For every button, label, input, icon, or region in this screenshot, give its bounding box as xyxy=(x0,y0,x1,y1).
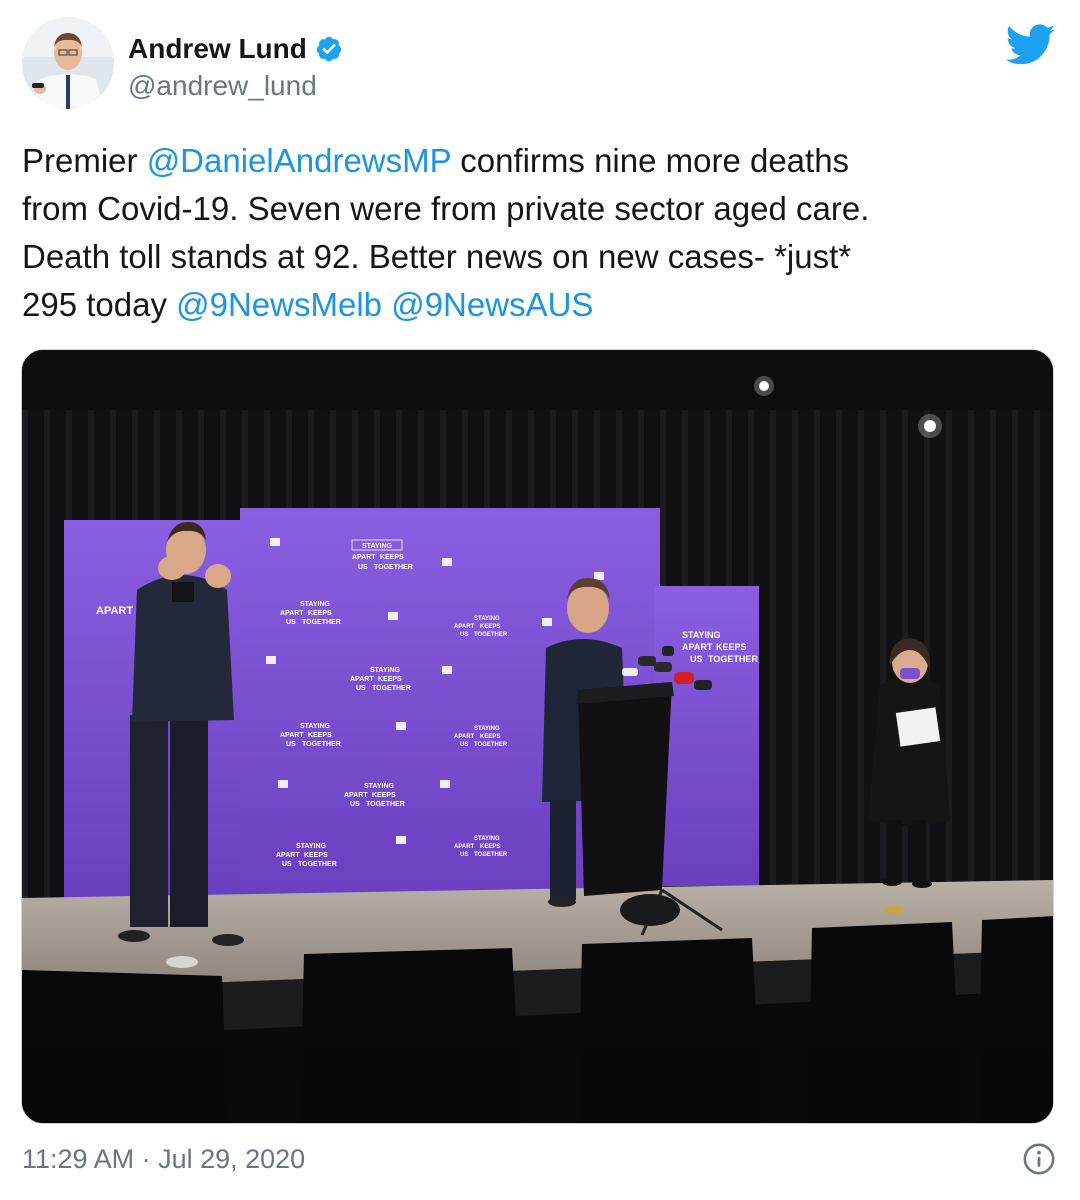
tweet-photo[interactable]: STAYING APART KEEPS US TOGETHER STAYING … xyxy=(21,349,1054,1124)
svg-text:APART: APART xyxy=(280,732,304,739)
svg-text:KEEPS: KEEPS xyxy=(380,554,404,561)
tweet-text: Premier @DanielAndrewsMP confirms nine m… xyxy=(22,137,1052,329)
svg-text:STAYING: STAYING xyxy=(364,783,395,790)
svg-text:APART: APART xyxy=(96,605,133,617)
svg-text:KEEPS: KEEPS xyxy=(716,642,747,652)
svg-text:STAYING: STAYING xyxy=(296,843,327,850)
svg-text:APART: APART xyxy=(352,554,376,561)
info-icon[interactable] xyxy=(1022,1142,1056,1176)
svg-text:US: US xyxy=(690,654,703,664)
svg-text:US: US xyxy=(358,564,368,571)
text-segment xyxy=(382,286,391,323)
svg-text:US: US xyxy=(286,619,296,626)
twitter-bird-icon[interactable] xyxy=(1005,24,1056,66)
svg-text:STAYING: STAYING xyxy=(474,616,500,622)
slogan-tile: APART xyxy=(96,605,133,617)
svg-text:US: US xyxy=(350,801,360,808)
svg-text:US: US xyxy=(356,685,366,692)
svg-text:TOGETHER: TOGETHER xyxy=(474,632,508,638)
svg-text:US: US xyxy=(460,852,468,858)
svg-text:TOGETHER: TOGETHER xyxy=(708,654,758,664)
svg-text:STAYING: STAYING xyxy=(370,667,401,674)
svg-text:KEEPS: KEEPS xyxy=(480,734,500,740)
svg-text:KEEPS: KEEPS xyxy=(308,610,332,617)
svg-text:KEEPS: KEEPS xyxy=(480,624,500,630)
svg-text:APART: APART xyxy=(276,852,300,859)
svg-text:US: US xyxy=(460,742,468,748)
svg-text:APART: APART xyxy=(682,642,713,652)
svg-text:TOGETHER: TOGETHER xyxy=(474,742,508,748)
svg-text:APART: APART xyxy=(454,734,475,740)
svg-text:TOGETHER: TOGETHER xyxy=(374,564,413,571)
text-segment: Premier xyxy=(22,142,147,179)
svg-text:APART: APART xyxy=(454,844,475,850)
avatar[interactable] xyxy=(22,17,114,109)
svg-text:TOGETHER: TOGETHER xyxy=(302,741,341,748)
tweet-timestamp[interactable]: 11:29 AM · Jul 29, 2020 xyxy=(22,1144,305,1175)
svg-text:TOGETHER: TOGETHER xyxy=(302,619,341,626)
verified-badge-icon xyxy=(315,35,343,63)
mention-link[interactable]: @9NewsMelb xyxy=(176,286,382,323)
svg-text:STAYING: STAYING xyxy=(300,601,331,608)
svg-text:KEEPS: KEEPS xyxy=(372,792,396,799)
name-row: Andrew Lund xyxy=(128,30,343,68)
svg-text:US: US xyxy=(282,861,292,868)
mention-link[interactable]: @9NewsAUS xyxy=(391,286,593,323)
svg-text:KEEPS: KEEPS xyxy=(304,852,328,859)
svg-text:TOGETHER: TOGETHER xyxy=(298,861,337,868)
author-block: Andrew Lund @andrew_lund xyxy=(128,30,343,102)
svg-text:KEEPS: KEEPS xyxy=(378,676,402,683)
handle[interactable]: @andrew_lund xyxy=(128,70,343,102)
svg-text:TOGETHER: TOGETHER xyxy=(366,801,405,808)
svg-text:KEEPS: KEEPS xyxy=(308,732,332,739)
svg-text:APART: APART xyxy=(280,610,304,617)
press-conference-photo: STAYING APART KEEPS US TOGETHER STAYING … xyxy=(22,350,1053,1123)
svg-text:STAYING: STAYING xyxy=(474,836,500,842)
svg-text:STAYING: STAYING xyxy=(362,543,393,550)
svg-text:APART: APART xyxy=(344,792,368,799)
svg-text:APART: APART xyxy=(454,624,475,630)
avatar-photo xyxy=(22,17,114,109)
svg-text:APART: APART xyxy=(350,676,374,683)
display-name[interactable]: Andrew Lund xyxy=(128,33,307,65)
svg-text:US: US xyxy=(460,632,468,638)
svg-text:STAYING: STAYING xyxy=(300,723,331,730)
tweet-card: Andrew Lund @andrew_lund Premier @Daniel… xyxy=(0,0,1080,1200)
svg-text:KEEPS: KEEPS xyxy=(480,844,500,850)
svg-text:STAYING: STAYING xyxy=(474,726,500,732)
svg-text:TOGETHER: TOGETHER xyxy=(372,685,411,692)
svg-text:US: US xyxy=(286,741,296,748)
svg-text:TOGETHER: TOGETHER xyxy=(474,852,508,858)
svg-text:STAYING: STAYING xyxy=(682,630,721,640)
mention-link[interactable]: @DanielAndrewsMP xyxy=(147,142,451,179)
